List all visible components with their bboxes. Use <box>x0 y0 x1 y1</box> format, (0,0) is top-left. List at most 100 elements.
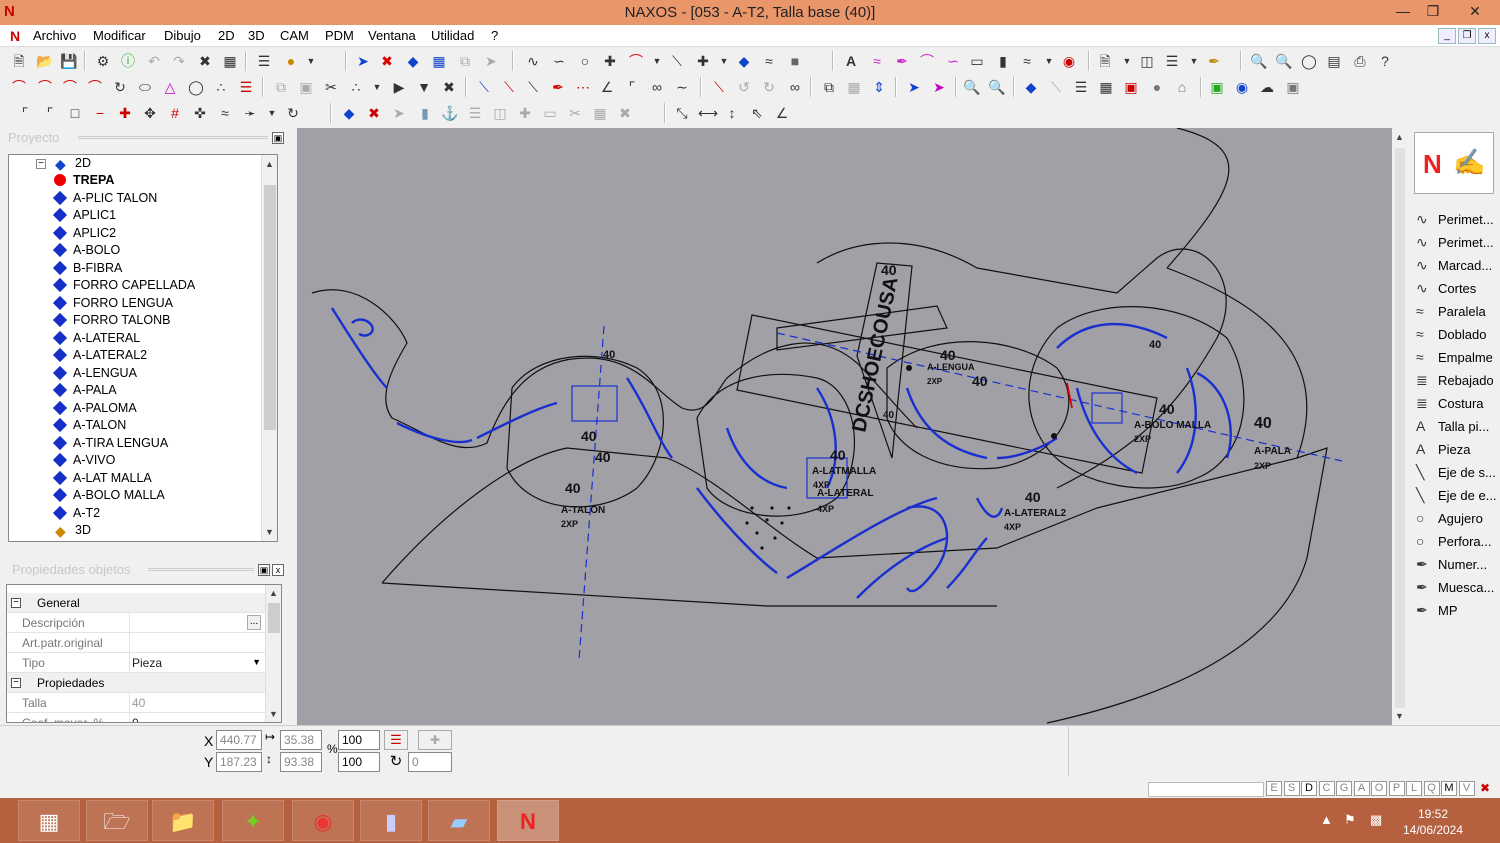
undo-icon[interactable]: ↶ <box>145 52 163 70</box>
trim-icon[interactable]: ⌒ <box>61 78 79 96</box>
tool-item[interactable]: ✒ Muesca... <box>1414 576 1498 599</box>
refresh-icon[interactable]: ↻ <box>284 104 302 122</box>
join-icon[interactable]: ↻ <box>111 78 129 96</box>
paste-app-icon[interactable]: ▮ <box>360 800 422 841</box>
tree-collapse-icon[interactable]: − <box>36 159 46 169</box>
menu-dibujo[interactable]: Dibujo <box>164 28 201 43</box>
frame-icon[interactable]: ▭ <box>541 104 559 122</box>
flag-icon[interactable]: ⚑ <box>1344 812 1356 828</box>
wave-icon[interactable]: ≈ <box>760 52 778 70</box>
piece-copy-icon[interactable]: ⧉ <box>456 52 474 70</box>
document-icon[interactable]: 🗎 <box>1096 52 1114 70</box>
pen-tool-icon[interactable]: ✒ <box>893 52 911 70</box>
pencil-red-icon[interactable]: ✒ <box>549 78 567 96</box>
dim-h-icon[interactable]: ⟷ <box>698 104 718 122</box>
status-indicator[interactable]: D <box>1301 781 1317 796</box>
fill-icon[interactable]: ◆ <box>735 52 753 70</box>
gray-arrow-icon[interactable]: ➤ <box>390 104 408 122</box>
cut-line-icon[interactable]: ⟍ <box>710 78 728 96</box>
group-general[interactable]: − General <box>7 593 265 613</box>
wave-dropdown-icon[interactable]: ▼ <box>1040 52 1058 70</box>
flip-h-icon[interactable]: ▶ <box>390 78 408 96</box>
x-gray-icon[interactable]: ✖ <box>616 104 634 122</box>
tool-item[interactable]: ∿ Marcad... <box>1414 254 1498 277</box>
import-arrow-icon[interactable]: ➤ <box>930 78 948 96</box>
green-app-icon[interactable]: ✦ <box>222 800 284 841</box>
node-gray-icon[interactable]: ✚ <box>516 104 534 122</box>
status-indicator[interactable]: L <box>1406 781 1422 796</box>
mdi-restore-icon[interactable]: ❐ <box>1458 28 1476 44</box>
help-icon[interactable]: ? <box>1376 52 1394 70</box>
tool-item[interactable]: A Talla pi... <box>1414 415 1498 438</box>
corner2-icon[interactable]: ⌒ <box>36 78 54 96</box>
close-icon[interactable]: ✕ <box>1455 0 1495 22</box>
stroke-icon[interactable]: ∽ <box>944 52 962 70</box>
status-indicator[interactable]: E <box>1266 781 1282 796</box>
menu-ventana[interactable]: Ventana <box>368 28 416 43</box>
chamfer-icon[interactable]: ⌜ <box>41 104 59 122</box>
bars-icon[interactable]: ☰ <box>466 104 484 122</box>
fillet-icon[interactable]: ⌜ <box>16 104 34 122</box>
menu-archivo[interactable]: Archivo <box>33 28 76 43</box>
info-icon[interactable]: ⓘ <box>119 52 137 70</box>
tree-scrollbar[interactable]: ▲ ▼ <box>261 155 277 541</box>
flow-icon[interactable]: ◆ <box>340 104 358 122</box>
angle-input[interactable]: 0 <box>408 752 452 772</box>
tool-item[interactable]: ✒ MP <box>1414 599 1498 622</box>
prop-talla[interactable]: Talla 40 <box>7 693 265 713</box>
rotate-icon[interactable]: ↻ <box>386 752 406 772</box>
tool-item[interactable]: ○ Perfora... <box>1414 530 1498 553</box>
anchor-icon[interactable]: ⚓ <box>441 104 459 122</box>
tool-item[interactable]: ≣ Costura <box>1414 392 1498 415</box>
new-file-icon[interactable]: 🗎 <box>10 52 28 70</box>
ruler-icon[interactable]: ▤ <box>1325 52 1343 70</box>
line-icon[interactable]: ∿ <box>524 52 542 70</box>
tool-item[interactable]: ≣ Rebajado <box>1414 369 1498 392</box>
canvas-scrollbar[interactable]: ▲ ▼ <box>1392 128 1408 725</box>
tool-item[interactable]: ≈ Empalme <box>1414 346 1498 369</box>
dim-radius-icon[interactable]: ⇖ <box>748 104 766 122</box>
menu-3d[interactable]: 3D <box>248 28 265 43</box>
spline-icon[interactable]: ≈ <box>868 52 886 70</box>
pointer-dropdown-icon[interactable]: ▼ <box>263 104 281 122</box>
move-nodes-icon[interactable]: ∴ <box>347 78 365 96</box>
props-scrollbar[interactable]: ▲ ▼ <box>265 585 281 722</box>
prop-tipo[interactable]: Tipo Pieza ▼ <box>7 653 265 673</box>
corner-icon[interactable]: ⌒ <box>10 78 28 96</box>
naxos-app-icon[interactable]: N <box>497 800 559 841</box>
panel-pin-icon[interactable]: ▣ <box>272 132 284 144</box>
tipo-dropdown-icon[interactable]: ▼ <box>252 657 261 667</box>
piece-grid-icon[interactable]: ▦ <box>430 52 448 70</box>
zoom-out-icon[interactable]: 🔍 <box>1275 52 1293 70</box>
paste-icon[interactable]: ▣ <box>297 78 315 96</box>
tool-item[interactable]: A Pieza <box>1414 438 1498 461</box>
folder-app-icon[interactable]: 📁 <box>152 800 214 841</box>
piece-select-icon[interactable]: ➤ <box>354 52 372 70</box>
window-icon[interactable]: ▣ <box>1122 78 1140 96</box>
zoom-window-icon[interactable]: 🔍 <box>1250 52 1268 70</box>
zoom-in-icon[interactable]: 🔍 <box>963 78 981 96</box>
center-icon[interactable]: ✜ <box>191 104 209 122</box>
status-indicator[interactable]: M <box>1441 781 1457 796</box>
cluster-icon[interactable]: ∴ <box>212 78 230 96</box>
curve-draw-icon[interactable]: ∽ <box>550 52 568 70</box>
text-tool-icon[interactable]: A <box>842 52 860 70</box>
save-icon[interactable]: 💾 <box>60 52 78 70</box>
red-line-icon[interactable]: ⟍ <box>500 78 518 96</box>
table-icon[interactable]: ▦ <box>1097 78 1115 96</box>
layers-icon[interactable]: ☰ <box>255 52 273 70</box>
rotate-right-icon[interactable]: ↻ <box>760 78 778 96</box>
chrome-app-icon[interactable]: ◉ <box>292 800 354 841</box>
cross-red-icon[interactable]: ✚ <box>116 104 134 122</box>
dim-v-icon[interactable]: ↕ <box>723 104 741 122</box>
signal-icon[interactable]: ▩ <box>1370 812 1382 828</box>
menu-cam[interactable]: CAM <box>280 28 309 43</box>
lines-icon[interactable]: ☰ <box>237 78 255 96</box>
menu-modificar[interactable]: Modificar <box>93 28 146 43</box>
tool-item[interactable]: ∿ Cortes <box>1414 277 1498 300</box>
tool-item[interactable]: ○ Agujero <box>1414 507 1498 530</box>
print-icon[interactable]: ⎙ <box>1351 52 1369 70</box>
blob-icon[interactable]: ● <box>1148 78 1166 96</box>
tool-item[interactable]: ╲ Eje de s... <box>1414 461 1498 484</box>
slash-icon[interactable]: ⟍ <box>524 78 542 96</box>
